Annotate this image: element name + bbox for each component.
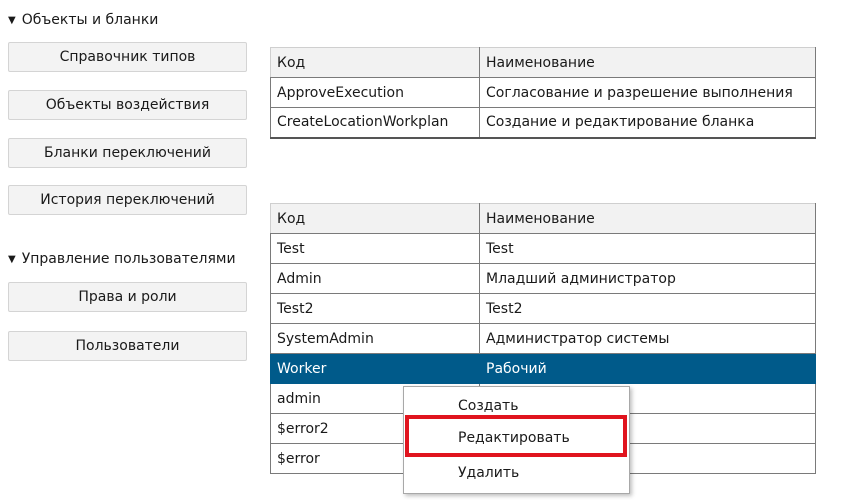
section-title-objects: Объекты и бланки [21,12,159,28]
cell-name: Test2 [479,293,816,324]
table-row-selected[interactable]: Worker Рабочий [270,353,816,384]
rights-and-roles-button[interactable]: Права и роли [8,282,247,312]
menu-item-delete[interactable]: Удалить [404,460,629,488]
table-row[interactable]: CreateLocationWorkplan Создание и редакт… [270,107,816,139]
switching-forms-button[interactable]: Бланки переключений [8,138,247,168]
table-row[interactable]: Test2 Test2 [270,293,816,324]
table-header: Код Наименование [270,203,816,234]
table-header: Код Наименование [270,47,816,78]
types-table: Код Наименование ApproveExecution Соглас… [270,47,816,139]
menu-item-label: Редактировать [458,430,570,446]
section-header-users[interactable]: ▼ Управление пользователями [8,251,246,267]
column-header-code[interactable]: Код [270,203,480,234]
table-row[interactable]: SystemAdmin Администратор системы [270,323,816,354]
column-header-name[interactable]: Наименование [479,203,816,234]
switching-history-button[interactable]: История переключений [8,185,247,215]
menu-item-label: Удалить [458,465,520,481]
cell-name: Согласование и разрешение выполнения [479,77,816,108]
cell-code: Test [270,233,480,264]
cell-code: CreateLocationWorkplan [270,107,480,139]
users-button[interactable]: Пользователи [8,331,247,361]
cell-name: Рабочий [479,353,816,384]
context-menu: Создать Редактировать Удалить [403,386,630,494]
cell-name: Администратор системы [479,323,816,354]
cell-code: Worker [270,353,480,384]
column-header-code[interactable]: Код [270,47,480,78]
column-header-name[interactable]: Наименование [479,47,816,78]
table-row[interactable]: Test Test [270,233,816,264]
menu-item-label: Создать [458,398,519,414]
menu-item-edit[interactable]: Редактировать [404,425,629,453]
section-title-users: Управление пользователями [21,251,236,267]
section-header-objects[interactable]: ▼ Объекты и бланки [8,12,248,28]
expand-triangle-icon: ▼ [8,15,16,26]
cell-code: SystemAdmin [270,323,480,354]
cell-name: Test [479,233,816,264]
expand-triangle-icon: ▼ [8,254,16,265]
cell-code: Test2 [270,293,480,324]
menu-item-create[interactable]: Создать [404,393,629,421]
cell-name: Создание и редактирование бланка [479,107,816,139]
impact-objects-button[interactable]: Объекты воздействия [8,90,247,120]
type-reference-button[interactable]: Справочник типов [8,42,247,72]
cell-code: Admin [270,263,480,294]
cell-name: Младший администратор [479,263,816,294]
table-row[interactable]: Admin Младший администратор [270,263,816,294]
cell-code: ApproveExecution [270,77,480,108]
table-row[interactable]: ApproveExecution Согласование и разрешен… [270,77,816,108]
